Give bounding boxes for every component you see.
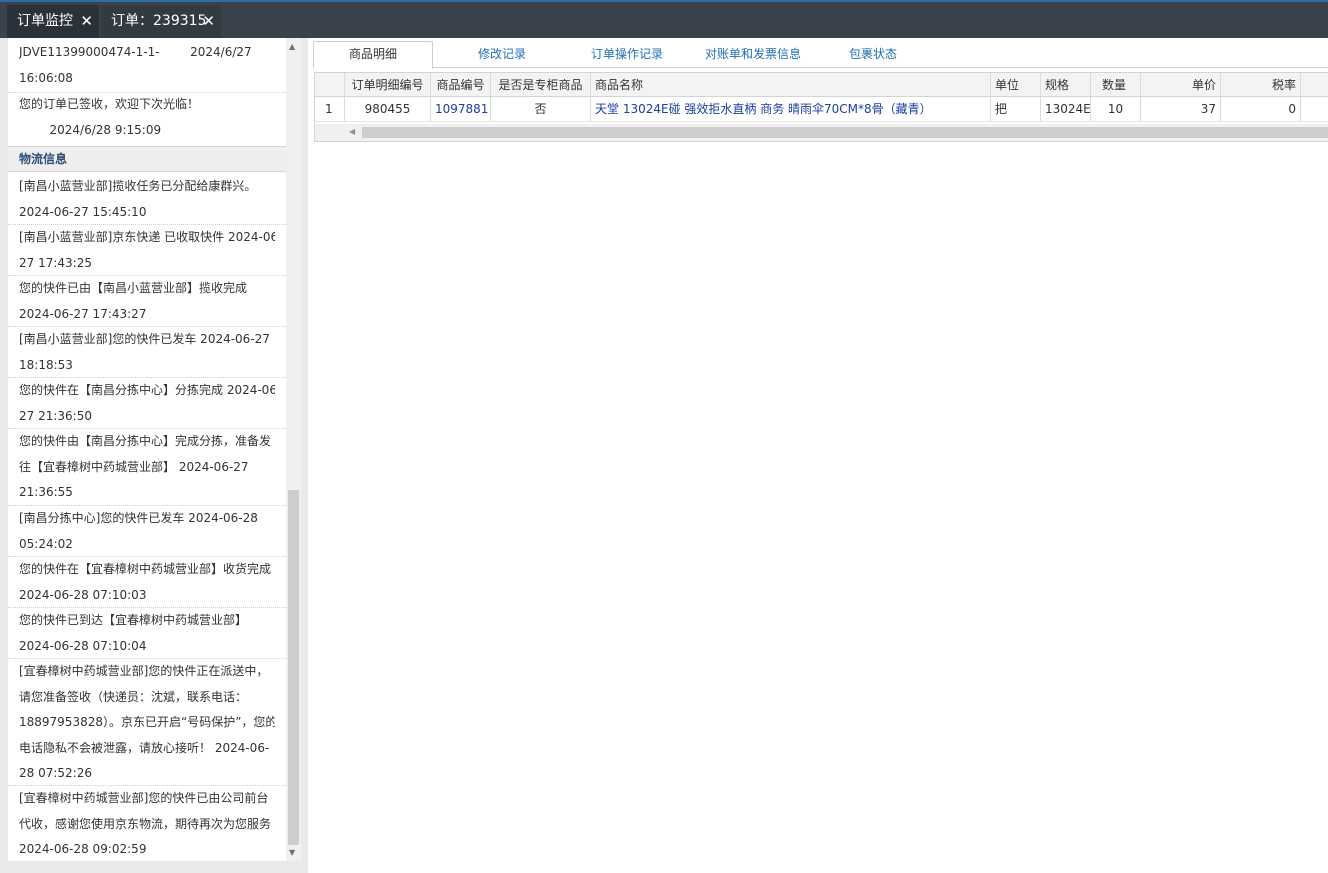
header-product-id[interactable]: 商品编号 <box>431 73 491 96</box>
row-number: 1 <box>315 97 345 121</box>
logistics-entry: 您的快件在【南昌分拣中心】分拣完成 2024-06- 27 21:36:50 <box>8 378 286 429</box>
triangle-left-icon[interactable]: ◀ <box>349 127 355 136</box>
grid-header: 订单明细编号 商品编号 是否是专柜商品 商品名称 单位 规格 数量 单价 税率 <box>315 73 1328 97</box>
order-status-entry: 您的订单已签收，欢迎下次光临！ 2024/6/28 9:15:09 <box>8 92 286 145</box>
header-tax-rate[interactable]: 税率 <box>1221 73 1301 96</box>
entry-line: 2024/6/28 9:15:09 <box>19 122 162 137</box>
triangle-up-icon[interactable]: ▲ <box>289 42 295 51</box>
tab-product-details[interactable]: 商品明细 <box>313 41 433 69</box>
entry-line: [宜春樟树中药城营业部]您的快件正在派送中， <box>19 664 269 678</box>
header-spec[interactable]: 规格 <box>1041 73 1091 96</box>
cell-tax-rate: 0 <box>1221 97 1301 121</box>
cell-spec: 13024E碰 <box>1041 97 1091 121</box>
table-row[interactable]: 1 980455 1097881 否 天堂 13024E碰 强效拒水直柄 商务 … <box>315 97 1328 122</box>
entry-line: [南昌小蓝营业部]揽收任务已分配给康群兴。 <box>19 179 257 193</box>
top-tab-bar: 订单监控 ✕ 订单：239315 ✕ <box>0 0 1328 38</box>
cell-product-id[interactable]: 1097881 <box>431 97 491 121</box>
entry-line: [南昌小蓝营业部]京东快递 已收取快件 2024-06- <box>19 230 275 244</box>
entry-line: [南昌小蓝营业部]您的快件已发车 2024-06-27 <box>19 332 270 346</box>
entry-line: 2024-06-28 07:10:04 <box>19 638 147 653</box>
entry-line: [南昌分拣中心]您的快件已发车 2024-06-28 <box>19 511 258 525</box>
cell-unit: 把 <box>991 97 1041 121</box>
entry-line: 2024-06-27 15:45:10 <box>19 204 147 219</box>
cell-product-name[interactable]: 天堂 13024E碰 强效拒水直柄 商务 晴雨伞70CM*8骨（藏青） <box>591 97 991 121</box>
logistics-entry: 您的快件已由【南昌小蓝营业部】揽收完成 2024-06-27 17:43:27 <box>8 276 286 327</box>
header-counter-product[interactable]: 是否是专柜商品 <box>491 73 591 96</box>
entry-line: 2024-06-28 09:02:59 <box>19 842 147 856</box>
tab-order-operation-log[interactable]: 订单操作记录 <box>567 42 687 68</box>
entry-line: 您的快件已到达【宜春樟树中药城营业部】 <box>19 613 248 627</box>
left-panel-scrollbar[interactable]: ▲ ▼ <box>286 38 301 861</box>
header-unit[interactable]: 单位 <box>991 73 1041 96</box>
logistics-section-header: 物流信息 <box>8 146 286 172</box>
tab-change-log[interactable]: 修改记录 <box>442 42 562 68</box>
grid-horizontal-scrollbar[interactable]: ◀ <box>315 124 1328 141</box>
cell-unit-price: 37 <box>1141 97 1221 121</box>
logistics-entry: [南昌小蓝营业部]京东快递 已收取快件 2024-06- 27 17:43:25 <box>8 225 286 276</box>
entry-line: 27 21:36:50 <box>19 408 92 423</box>
entry-line: 2024-06-28 07:10:03 <box>19 587 147 602</box>
detail-tab-strip: 商品明细 修改记录 订单操作记录 对账单和发票信息 包裹状态 <box>313 38 1328 69</box>
entry-line: 请您准备签收（快递员：沈斌，联系电话： <box>19 689 248 704</box>
entry-line: 您的快件已由【南昌小蓝营业部】揽收完成 <box>19 281 248 295</box>
logistics-panel: JDVE11399000474-1-1- 2024/6/27 16:06:08 … <box>8 38 286 861</box>
entry-line: 代收，感谢您使用京东物流，期待再次为您服务 <box>19 816 272 831</box>
close-icon[interactable]: ✕ <box>80 5 93 38</box>
entry-line: 2024-06-27 17:43:27 <box>19 306 147 321</box>
header-unit-price[interactable]: 单价 <box>1141 73 1221 96</box>
logistics-entry: 您的快件由【南昌分拣中心】完成分拣，准备发 往【宜春樟树中药城营业部】 2024… <box>8 429 286 506</box>
logistics-entry: [宜春樟树中药城营业部]您的快件正在派送中， 请您准备签收（快递员：沈斌，联系电… <box>8 659 286 786</box>
entry-line: 18:18:53 <box>19 357 73 372</box>
logistics-entry: 您的快件已到达【宜春樟树中药城营业部】 2024-06-28 07:10:04 <box>8 608 286 659</box>
tab-order-monitor[interactable]: 订单监控 ✕ <box>7 5 99 38</box>
order-status-entry: JDVE11399000474-1-1- 2024/6/27 16:06:08 <box>8 40 286 93</box>
scrollbar-thumb[interactable] <box>288 490 299 845</box>
entry-line: 21:36:55 <box>19 485 73 499</box>
cell-detail-id: 980455 <box>345 97 431 121</box>
tab-label: 订单：239315 <box>111 13 207 29</box>
main-content: 商品明细 修改记录 订单操作记录 对账单和发票信息 包裹状态 订单明细编号 商品… <box>308 38 1328 873</box>
entry-line: 您的快件在【南昌分拣中心】分拣完成 2024-06- <box>19 383 275 397</box>
logistics-entry: 您的快件在【宜春樟树中药城营业部】收货完成 2024-06-28 07:10:0… <box>8 557 286 608</box>
entry-line: JDVE11399000474-1-1- 2024/6/27 <box>19 45 252 59</box>
entry-line: 16:06:08 <box>19 70 73 85</box>
left-panel-container: JDVE11399000474-1-1- 2024/6/27 16:06:08 … <box>0 38 308 873</box>
cell-quantity: 10 <box>1091 97 1141 121</box>
tab-statement-invoice[interactable]: 对账单和发票信息 <box>683 42 823 68</box>
cell-counter-product: 否 <box>491 97 591 121</box>
logistics-entry: [南昌分拣中心]您的快件已发车 2024-06-28 05:24:02 <box>8 506 286 557</box>
entry-line: 18897953828）。京东已开启“号码保护”，您的 <box>19 715 275 729</box>
entry-line: 往【宜春樟树中药城营业部】 2024-06-27 <box>19 459 249 474</box>
entry-line: 您的快件在【宜春樟树中药城营业部】收货完成 <box>19 562 272 576</box>
header-product-name[interactable]: 商品名称 <box>591 73 991 96</box>
entry-line: 电话隐私不会被泄露，请放心接听！ 2024-06- <box>19 740 270 755</box>
scrollbar-thumb[interactable] <box>362 127 1328 138</box>
entry-line: [宜春樟树中药城营业部]您的快件已由公司前台 <box>19 791 269 805</box>
header-quantity[interactable]: 数量 <box>1091 73 1141 96</box>
tab-label: 订单监控 <box>17 13 73 29</box>
tab-package-status[interactable]: 包裹状态 <box>823 42 923 68</box>
entry-line: 您的快件由【南昌分拣中心】完成分拣，准备发 <box>19 434 272 448</box>
close-icon[interactable]: ✕ <box>202 5 215 38</box>
entry-line: 28 07:52:26 <box>19 766 92 780</box>
entry-line: 您的订单已签收，欢迎下次光临！ <box>19 97 200 111</box>
entry-line: 05:24:02 <box>19 536 73 551</box>
triangle-down-icon[interactable]: ▼ <box>289 848 295 857</box>
entry-line: 27 17:43:25 <box>19 255 92 270</box>
logistics-entry: [宜春樟树中药城营业部]您的快件已由公司前台 代收，感谢您使用京东物流，期待再次… <box>8 786 286 861</box>
header-detail-id[interactable]: 订单明细编号 <box>345 73 431 96</box>
product-grid: 订单明细编号 商品编号 是否是专柜商品 商品名称 单位 规格 数量 单价 税率 … <box>314 72 1328 142</box>
logistics-entry: [南昌小蓝营业部]揽收任务已分配给康群兴。 2024-06-27 15:45:1… <box>8 174 286 225</box>
tab-order-detail[interactable]: 订单：239315 ✕ <box>101 5 221 38</box>
header-rownum <box>315 73 345 96</box>
logistics-entry: [南昌小蓝营业部]您的快件已发车 2024-06-27 18:18:53 <box>8 327 286 378</box>
